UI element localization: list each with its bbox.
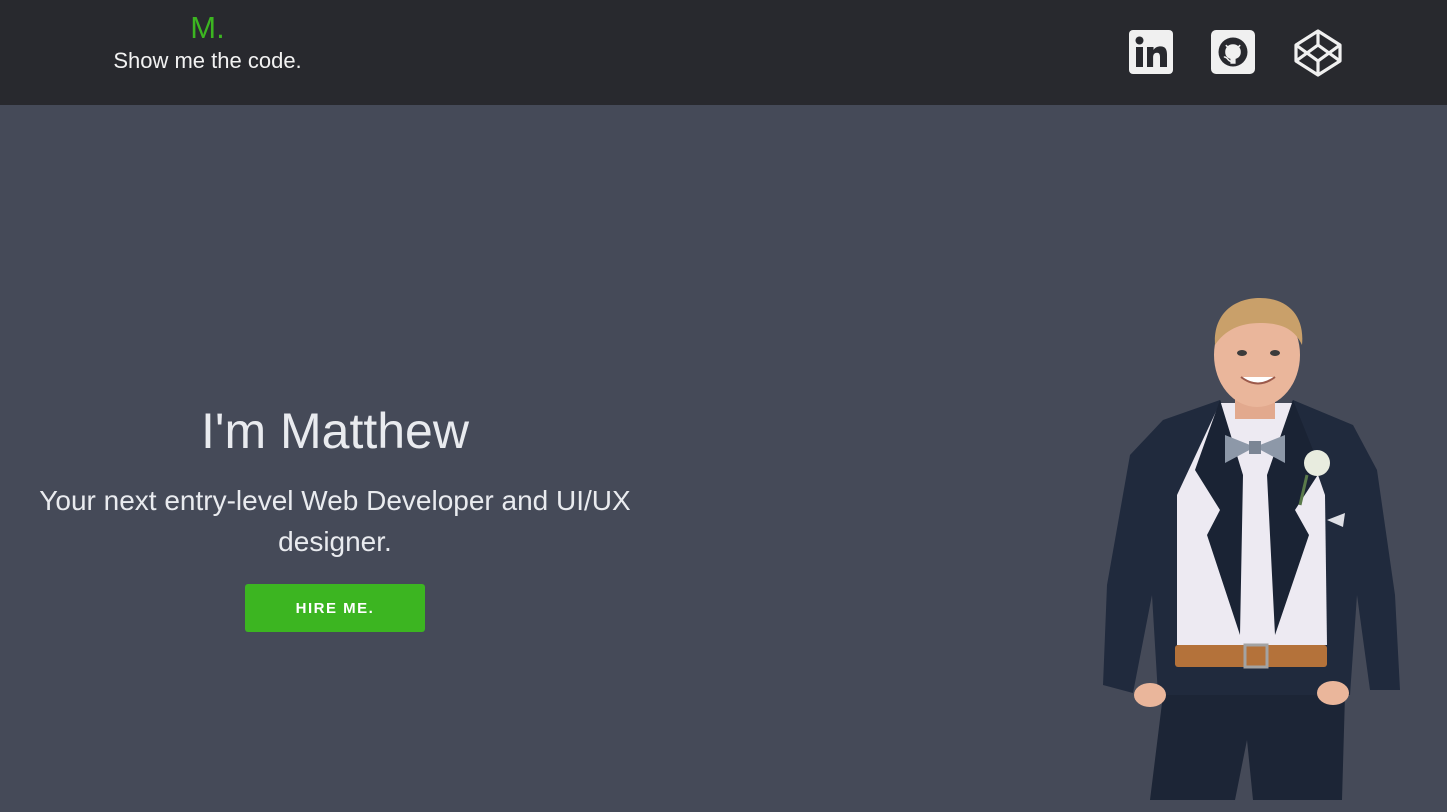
codepen-icon — [1294, 29, 1342, 77]
hero-title: I'm Matthew — [201, 403, 469, 459]
portrait-illustration — [1103, 298, 1400, 800]
github-icon — [1211, 30, 1255, 74]
top-navbar: M. Show me the code. — [0, 0, 1447, 105]
hire-me-button[interactable]: HIRE ME. — [245, 584, 425, 632]
github-link[interactable] — [1211, 30, 1255, 74]
brand[interactable]: M. Show me the code. — [100, 10, 315, 74]
codepen-link[interactable] — [1293, 28, 1343, 78]
brand-logo[interactable]: M. — [100, 10, 315, 46]
linkedin-icon — [1129, 30, 1173, 74]
hero-text: I'm Matthew Your next entry-level Web De… — [20, 400, 650, 632]
portrait-photo — [1095, 295, 1410, 800]
linkedin-link[interactable] — [1129, 30, 1173, 74]
brand-tagline: Show me the code. — [113, 48, 302, 73]
hero-section: I'm Matthew Your next entry-level Web De… — [0, 105, 1447, 812]
hero-subtitle: Your next entry-level Web Developer and … — [39, 485, 631, 557]
